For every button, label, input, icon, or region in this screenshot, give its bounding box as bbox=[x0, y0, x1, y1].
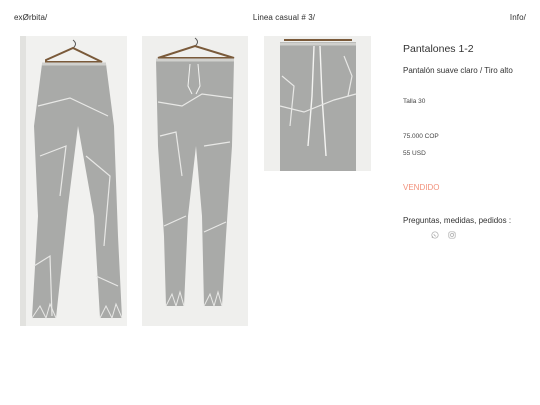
brand-logo-link[interactable]: exØrbita/ bbox=[14, 13, 47, 22]
product-photo-3[interactable] bbox=[264, 36, 371, 171]
product-title: Pantalones 1-2 bbox=[403, 43, 474, 55]
product-subtitle: Pantalón suave claro / Tiro alto bbox=[403, 66, 513, 75]
product-photo-2[interactable] bbox=[142, 36, 248, 326]
contact-icons bbox=[431, 231, 456, 239]
instagram-icon[interactable] bbox=[448, 231, 456, 239]
info-link[interactable]: Info/ bbox=[510, 13, 526, 22]
top-navigation: exØrbita/ Linea casual # 3/ Info/ bbox=[14, 13, 526, 25]
price-usd: 55 USD bbox=[403, 150, 426, 157]
whatsapp-icon[interactable] bbox=[431, 231, 439, 239]
contact-prompt: Preguntas, medidas, pedidos : bbox=[403, 216, 512, 225]
sold-status: VENDIDO bbox=[403, 183, 440, 192]
product-photo-1[interactable] bbox=[20, 36, 127, 326]
product-size: Talla 30 bbox=[403, 98, 426, 105]
collection-title: Linea casual # 3/ bbox=[252, 13, 316, 22]
price-cop: 75.000 COP bbox=[403, 133, 439, 140]
